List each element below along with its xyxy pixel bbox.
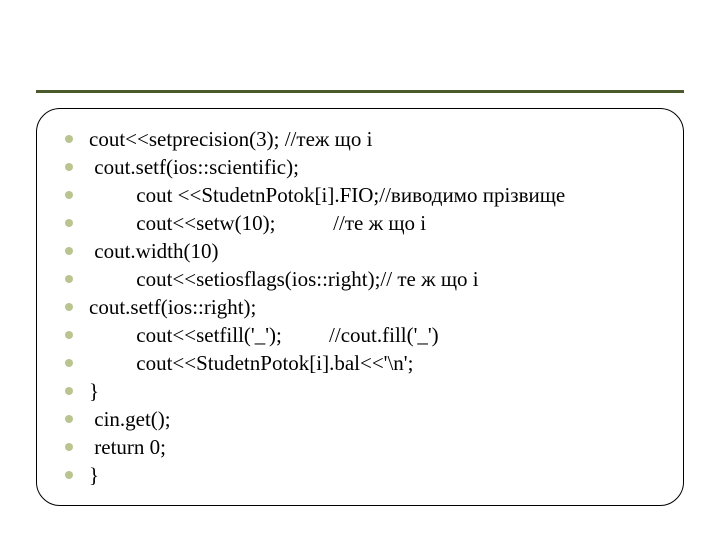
list-item: cout<<setprecision(3); //теж що і	[59, 125, 665, 153]
list-item: cout.width(10)	[59, 237, 665, 265]
list-item: cout.setf(ios::right);	[59, 293, 665, 321]
list-item: cout<<setfill('_'); //cout.fill('_')	[59, 321, 665, 349]
slide: cout<<setprecision(3); //теж що і cout.s…	[0, 0, 720, 540]
list-item: cout <<StudetnPotok[i].FIO;//виводимо пр…	[59, 181, 665, 209]
content-box: cout<<setprecision(3); //теж що і cout.s…	[36, 108, 684, 506]
code-list: cout<<setprecision(3); //теж що і cout.s…	[59, 125, 665, 489]
list-item: cout<<StudetnPotok[i].bal<<'\n';	[59, 349, 665, 377]
list-item: }	[59, 377, 665, 405]
list-item: cout<<setw(10); //те ж що і	[59, 209, 665, 237]
list-item: }	[59, 461, 665, 489]
title-placeholder	[36, 22, 684, 93]
list-item: cin.get();	[59, 405, 665, 433]
list-item: cout.setf(ios::scientific);	[59, 153, 665, 181]
list-item: cout<<setiosflags(ios::right);// те ж що…	[59, 265, 665, 293]
list-item: return 0;	[59, 433, 665, 461]
